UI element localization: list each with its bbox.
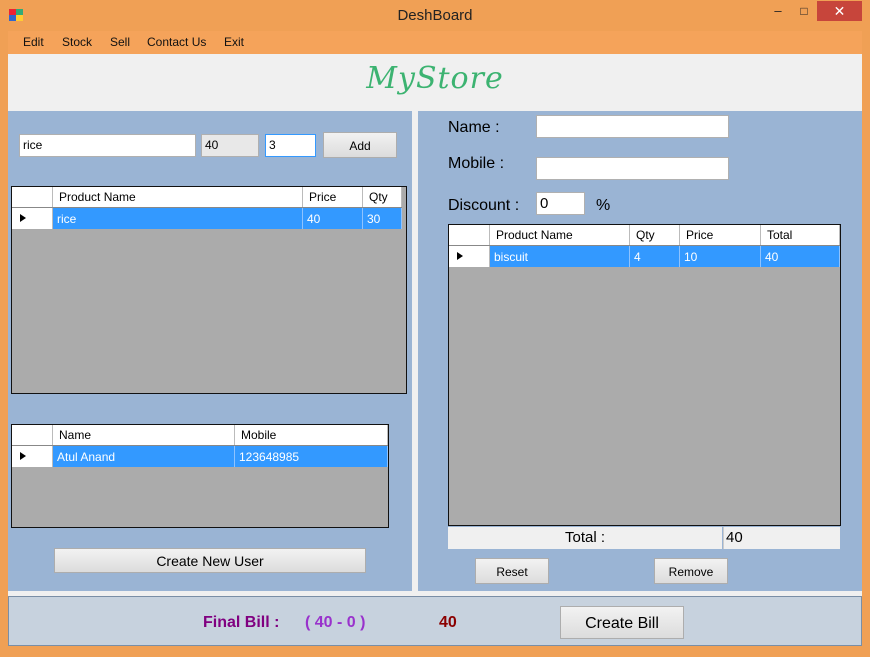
menu-exit[interactable]: Exit — [224, 35, 244, 49]
table-cell[interactable]: biscuit — [490, 246, 630, 267]
discount-label: Discount : — [448, 197, 520, 214]
customer-name-input[interactable] — [536, 115, 729, 138]
column-header[interactable]: Price — [303, 187, 363, 207]
cart-grid-header: Product Name Qty Price Total — [449, 225, 840, 246]
row-header-corner — [449, 225, 490, 245]
products-grid[interactable]: Product Name Price Qty rice 40 30 — [11, 186, 407, 394]
table-row[interactable]: biscuit 4 10 40 — [449, 246, 840, 267]
remove-button[interactable]: Remove — [654, 558, 728, 584]
users-grid-header: Name Mobile — [12, 425, 388, 446]
product-price-input[interactable]: 40 — [201, 134, 259, 157]
maximize-button[interactable]: □ — [791, 1, 817, 21]
column-header[interactable]: Price — [680, 225, 761, 245]
table-cell[interactable]: Atul Anand — [53, 446, 235, 467]
menu-contact-us[interactable]: Contact Us — [147, 35, 206, 49]
table-cell[interactable]: 40 — [761, 246, 840, 267]
close-button[interactable]: ✕ — [817, 1, 862, 21]
minimize-button[interactable]: – — [765, 1, 791, 21]
row-selector-icon[interactable] — [449, 246, 490, 267]
final-bill-amount: 40 — [439, 614, 457, 631]
create-bill-button[interactable]: Create Bill — [560, 606, 684, 639]
column-header[interactable]: Product Name — [490, 225, 630, 245]
table-row[interactable]: rice 40 30 — [12, 208, 402, 229]
total-label-text: Total : — [564, 529, 606, 546]
table-row[interactable]: Atul Anand 123648985 — [12, 446, 388, 467]
create-new-user-button[interactable]: Create New User — [54, 548, 366, 573]
menu-edit[interactable]: Edit — [23, 35, 44, 49]
window-title: DeshBoard — [397, 7, 473, 24]
menu-stock[interactable]: Stock — [62, 35, 92, 49]
column-header[interactable]: Total — [761, 225, 840, 245]
final-bill-label: Final Bill : — [203, 614, 280, 631]
column-header[interactable]: Product Name — [53, 187, 303, 207]
header: MyStore — [8, 54, 862, 111]
products-grid-header: Product Name Price Qty — [12, 187, 402, 208]
store-logo: MyStore — [366, 61, 504, 96]
row-selector-icon[interactable] — [12, 446, 53, 467]
add-button[interactable]: Add — [323, 132, 397, 158]
cart-grid[interactable]: Product Name Qty Price Total biscuit 4 1… — [448, 224, 841, 526]
percent-label: % — [596, 197, 611, 214]
row-header-corner — [12, 425, 53, 445]
reset-button[interactable]: Reset — [475, 558, 549, 584]
row-selector-icon[interactable] — [12, 208, 53, 229]
table-cell[interactable]: 40 — [303, 208, 363, 229]
product-qty-input[interactable]: 3 — [265, 134, 316, 157]
total-value: 40 — [723, 527, 840, 549]
total-label: Total : — [448, 527, 722, 549]
menu-bar: Edit Stock Sell Contact Us Exit — [8, 31, 862, 54]
row-header-corner — [12, 187, 53, 207]
table-cell[interactable]: 30 — [363, 208, 402, 229]
column-header[interactable]: Qty — [630, 225, 680, 245]
table-cell[interactable]: 123648985 — [235, 446, 388, 467]
discount-input[interactable]: 0 — [536, 192, 585, 215]
table-cell[interactable]: 4 — [630, 246, 680, 267]
customer-mobile-input[interactable] — [536, 157, 729, 180]
column-header[interactable]: Mobile — [235, 425, 388, 445]
window-frame-bottom — [0, 646, 870, 657]
column-header[interactable]: Name — [53, 425, 235, 445]
table-cell[interactable]: rice — [53, 208, 303, 229]
menu-sell[interactable]: Sell — [110, 35, 130, 49]
product-name-input[interactable]: rice — [19, 134, 196, 157]
table-cell[interactable]: 10 — [680, 246, 761, 267]
name-label: Name : — [448, 119, 500, 136]
users-grid[interactable]: Name Mobile Atul Anand 123648985 — [11, 424, 389, 528]
final-bill-expression: ( 40 - 0 ) — [305, 614, 366, 631]
column-header[interactable]: Qty — [363, 187, 402, 207]
mobile-label: Mobile : — [448, 155, 505, 172]
bottom-panel: Final Bill : ( 40 - 0 ) 40 Create Bill — [8, 596, 862, 646]
